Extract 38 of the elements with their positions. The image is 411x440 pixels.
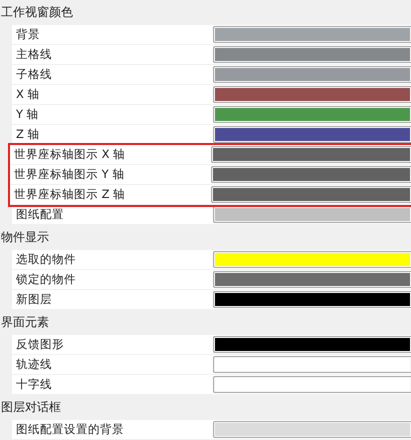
color-swatch[interactable] bbox=[213, 126, 411, 143]
color-swatch[interactable] bbox=[213, 86, 411, 103]
color-swatch[interactable] bbox=[213, 336, 411, 353]
setting-label: 反馈图形 bbox=[15, 336, 65, 353]
setting-label: 主格线 bbox=[15, 46, 53, 63]
setting-label: 子格线 bbox=[15, 66, 53, 83]
section-header: 界面元素 bbox=[0, 314, 50, 331]
setting-label: 世界座标轴图示 Y 轴 bbox=[13, 166, 126, 183]
color-swatch[interactable] bbox=[211, 186, 411, 203]
color-swatch[interactable] bbox=[213, 271, 411, 288]
setting-label: Y 轴 bbox=[15, 106, 40, 123]
setting-label: Z 轴 bbox=[15, 126, 41, 143]
setting-label: X 轴 bbox=[15, 86, 41, 103]
setting-label: 锁定的物件 bbox=[15, 271, 77, 288]
setting-label: 图纸配置设置的背景 bbox=[15, 421, 125, 438]
setting-label: 图纸配置 bbox=[15, 206, 65, 223]
setting-label: 世界座标轴图示 X 轴 bbox=[13, 146, 126, 163]
setting-label: 轨迹线 bbox=[15, 356, 53, 373]
section-header: 图层对话框 bbox=[0, 399, 62, 416]
color-swatch[interactable] bbox=[213, 291, 411, 308]
setting-label: 选取的物件 bbox=[15, 251, 77, 268]
color-swatch[interactable] bbox=[213, 26, 411, 43]
setting-label: 新图层 bbox=[15, 291, 53, 308]
color-swatch[interactable] bbox=[213, 46, 411, 63]
section-header: 工作视窗颜色 bbox=[0, 4, 74, 21]
color-swatch[interactable] bbox=[213, 106, 411, 123]
color-swatch[interactable] bbox=[213, 251, 411, 268]
color-swatch[interactable] bbox=[213, 206, 411, 223]
color-swatch[interactable] bbox=[211, 166, 411, 183]
color-swatch[interactable] bbox=[213, 421, 411, 438]
color-swatch[interactable] bbox=[211, 146, 411, 163]
color-swatch[interactable] bbox=[213, 376, 411, 393]
setting-label: 世界座标轴图示 Z 轴 bbox=[13, 186, 126, 203]
section-header: 物件显示 bbox=[0, 229, 50, 246]
color-swatch[interactable] bbox=[213, 356, 411, 373]
setting-label: 背景 bbox=[15, 26, 41, 43]
setting-label: 十字线 bbox=[15, 376, 53, 393]
color-swatch[interactable] bbox=[213, 66, 411, 83]
